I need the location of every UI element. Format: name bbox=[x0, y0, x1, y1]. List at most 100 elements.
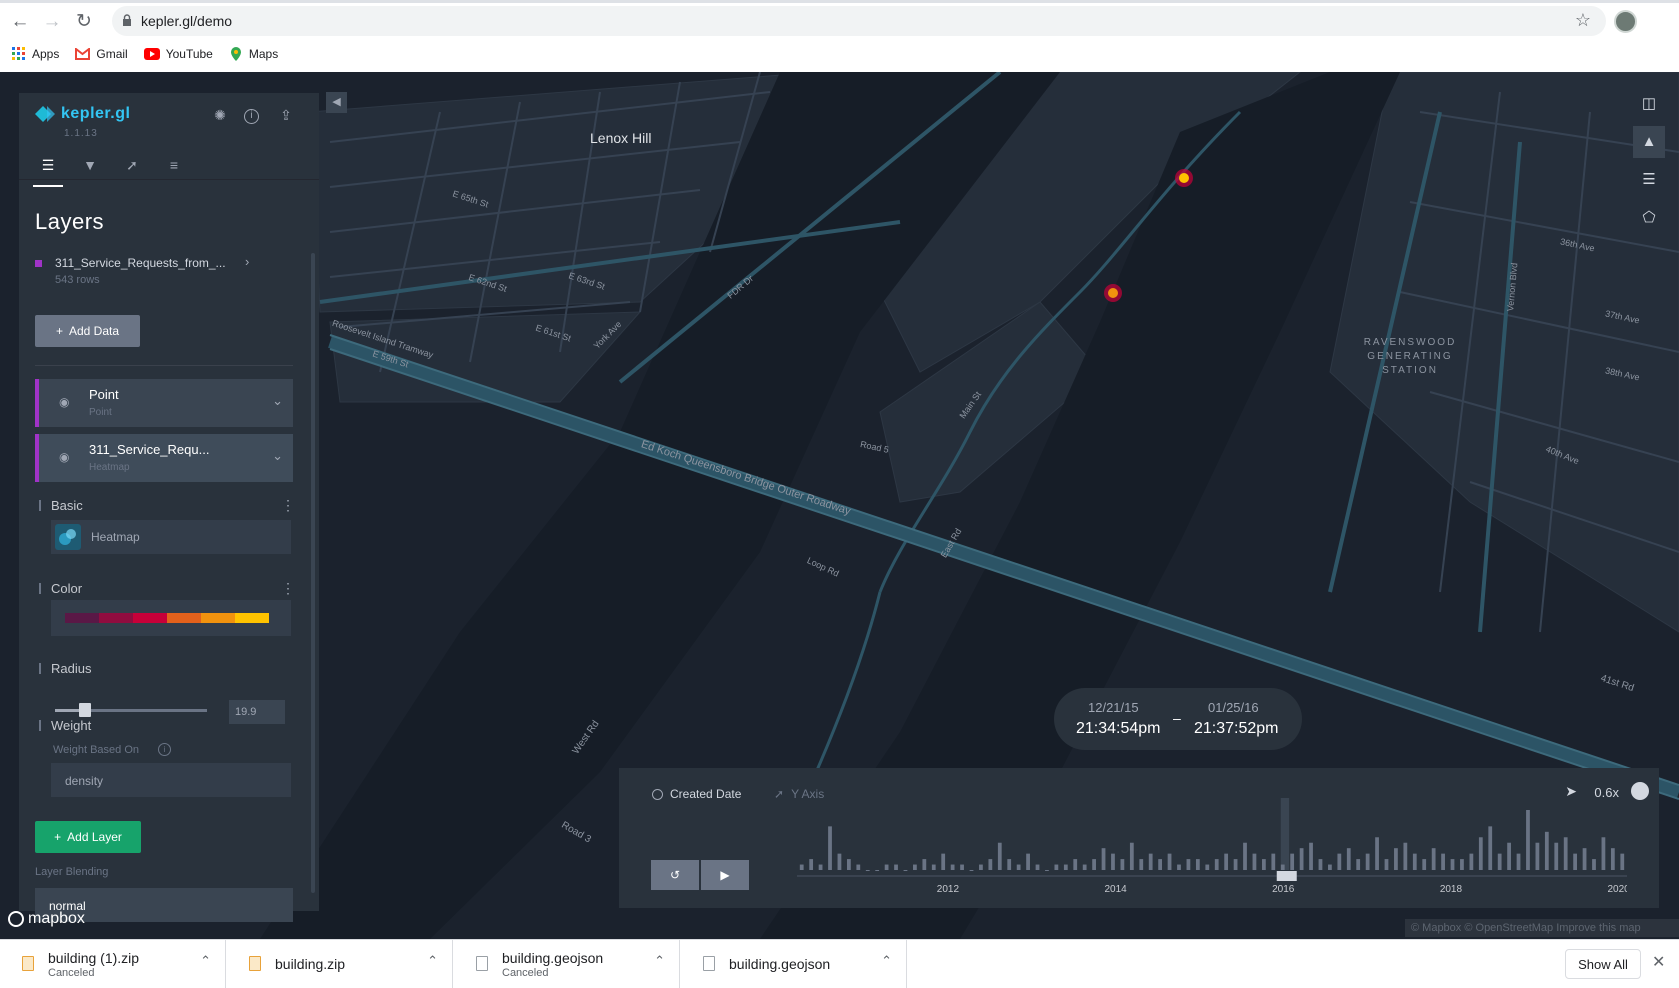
histogram-bar bbox=[1610, 848, 1615, 870]
start-time: 21:34:54pm bbox=[1076, 720, 1161, 737]
info-icon[interactable]: i bbox=[158, 743, 171, 756]
more-options-icon[interactable]: ⋮ bbox=[281, 497, 295, 514]
add-layer-label: Add Layer bbox=[67, 830, 122, 844]
chevron-down-icon[interactable]: ⌄ bbox=[272, 393, 283, 409]
histogram-bar bbox=[979, 864, 983, 870]
histogram-bar bbox=[1299, 848, 1304, 870]
download-item[interactable]: building.geojson Canceled ⌃ bbox=[454, 940, 680, 988]
add-layer-button[interactable]: + Add Layer bbox=[35, 821, 141, 853]
palette-swatch bbox=[167, 613, 201, 623]
bookmark-youtube[interactable]: YouTube bbox=[143, 43, 213, 65]
collapse-panel-button[interactable]: ◀ bbox=[326, 92, 347, 113]
histogram-bar bbox=[1309, 842, 1313, 870]
histogram-bar bbox=[1233, 859, 1238, 870]
chevron-up-icon[interactable]: ⌃ bbox=[881, 953, 892, 969]
plus-icon: + bbox=[54, 830, 62, 844]
panel-scrollbar[interactable] bbox=[311, 253, 315, 893]
plus-icon: + bbox=[55, 324, 63, 338]
layer-item-heatmap[interactable]: ◉ 311_Service_Requ... Heatmap ⌄ bbox=[35, 434, 293, 482]
histogram-bar bbox=[1271, 853, 1276, 870]
map-attribution[interactable]: © Mapbox © OpenStreetMap Improve this ma… bbox=[1405, 919, 1679, 937]
radius-input[interactable]: 19.9 bbox=[229, 700, 285, 724]
time-range-handle[interactable] bbox=[1276, 871, 1297, 881]
histogram-bar bbox=[988, 859, 993, 870]
kepler-logo: kepler.gl bbox=[35, 105, 130, 123]
speed-dial-icon[interactable] bbox=[1631, 782, 1649, 800]
radius-slider-handle[interactable] bbox=[79, 703, 92, 717]
add-data-button[interactable]: + Add Data bbox=[35, 315, 140, 347]
histogram-bar bbox=[1214, 859, 1219, 870]
dataset-color-swatch bbox=[35, 260, 42, 267]
download-item[interactable]: building (1).zip Canceled ⌃ bbox=[0, 940, 226, 988]
reload-icon[interactable]: ↻ bbox=[73, 11, 95, 33]
downloads-bar: building (1).zip Canceled ⌃ building.zip… bbox=[0, 939, 1679, 988]
toolbar: ← → ↻ kepler.gl/demo ☆ bbox=[0, 6, 1679, 36]
histogram-bar bbox=[1158, 859, 1163, 870]
chevron-up-icon[interactable]: ⌃ bbox=[427, 953, 438, 969]
histogram-bar bbox=[1195, 859, 1200, 870]
histogram-bar bbox=[1016, 864, 1021, 870]
split-map-icon[interactable]: ◫ bbox=[1633, 88, 1665, 120]
histogram-bar bbox=[950, 864, 955, 870]
histogram-bar bbox=[809, 859, 814, 870]
reset-button[interactable]: ↺ bbox=[651, 860, 699, 890]
histogram-bar bbox=[865, 870, 870, 871]
start-date: 12/21/15 bbox=[1088, 700, 1139, 715]
tab-basemap-icon[interactable]: ≡ bbox=[159, 157, 189, 181]
bug-report-icon[interactable]: ✺ bbox=[211, 107, 229, 125]
forward-icon[interactable]: → bbox=[41, 11, 63, 33]
3d-view-icon[interactable]: ▲ bbox=[1633, 126, 1665, 158]
radius-slider[interactable] bbox=[55, 703, 207, 717]
tab-layers-icon[interactable]: ☰ bbox=[33, 157, 63, 187]
chevron-down-icon[interactable]: ⌄ bbox=[272, 448, 283, 464]
chevron-up-icon[interactable]: ⌃ bbox=[654, 953, 665, 969]
histogram-bar bbox=[931, 864, 936, 870]
histogram-bar bbox=[1101, 848, 1106, 870]
draw-polygon-icon[interactable]: ⬠ bbox=[1633, 202, 1665, 234]
histogram-bar bbox=[1035, 864, 1040, 870]
chevron-right-icon[interactable]: › bbox=[245, 254, 249, 269]
time-histogram[interactable]: 2012 2014 2016 2018 2020 bbox=[797, 798, 1627, 898]
share-export-icon[interactable]: ⇪ bbox=[277, 107, 295, 125]
download-item[interactable]: building.zip ⌃ bbox=[227, 940, 453, 988]
histogram-bar bbox=[1422, 859, 1427, 870]
bookmark-label: YouTube bbox=[165, 47, 213, 61]
download-item[interactable]: building.geojson ⌃ bbox=[681, 940, 907, 988]
divider bbox=[35, 365, 293, 366]
layer-type-selector[interactable]: Heatmap bbox=[51, 520, 291, 554]
mapbox-logo[interactable]: mapbox bbox=[8, 910, 85, 928]
time-field-selector[interactable]: Created Date bbox=[652, 787, 741, 801]
address-bar[interactable]: kepler.gl/demo ☆ bbox=[112, 6, 1606, 36]
histogram-bar bbox=[1007, 859, 1012, 870]
histogram-tick-label: 2018 bbox=[1440, 884, 1463, 895]
section-weight[interactable]: Weight bbox=[39, 718, 91, 733]
legend-icon[interactable]: ☰ bbox=[1633, 164, 1665, 196]
show-all-button[interactable]: Show All bbox=[1565, 949, 1641, 979]
bookmark-gmail[interactable]: Gmail bbox=[75, 43, 128, 65]
back-icon[interactable]: ← bbox=[9, 11, 31, 33]
bookmark-maps[interactable]: Maps bbox=[229, 43, 278, 65]
section-basic[interactable]: Basic bbox=[39, 498, 83, 513]
section-radius[interactable]: Radius bbox=[39, 661, 91, 676]
bookmark-star-icon[interactable]: ☆ bbox=[1575, 10, 1591, 31]
info-icon[interactable]: i bbox=[244, 109, 259, 124]
close-icon[interactable]: ✕ bbox=[1652, 952, 1665, 972]
weight-field-select[interactable]: density bbox=[51, 763, 291, 797]
histogram-tick-label: 2014 bbox=[1104, 884, 1127, 895]
tab-interactions-icon[interactable]: ➚ bbox=[117, 157, 147, 181]
histogram-bar bbox=[1092, 859, 1096, 870]
bookmark-label: Maps bbox=[248, 47, 279, 61]
more-options-icon[interactable]: ⋮ bbox=[281, 580, 295, 597]
chevron-up-icon[interactable]: ⌃ bbox=[200, 953, 211, 969]
bookmark-apps[interactable]: Apps bbox=[12, 43, 59, 65]
kepler-logo-icon bbox=[35, 106, 55, 122]
histogram-bar bbox=[846, 859, 851, 870]
color-palette-selector[interactable] bbox=[51, 600, 291, 636]
play-button[interactable]: ▶ bbox=[701, 860, 749, 890]
eye-icon[interactable]: ◉ bbox=[59, 450, 69, 464]
section-color[interactable]: Color bbox=[39, 581, 82, 596]
eye-icon[interactable]: ◉ bbox=[59, 395, 69, 409]
tab-filters-icon[interactable]: ▼ bbox=[75, 157, 105, 181]
profile-avatar[interactable] bbox=[1614, 10, 1637, 33]
layer-item-point[interactable]: ◉ Point Point ⌄ bbox=[35, 379, 293, 427]
